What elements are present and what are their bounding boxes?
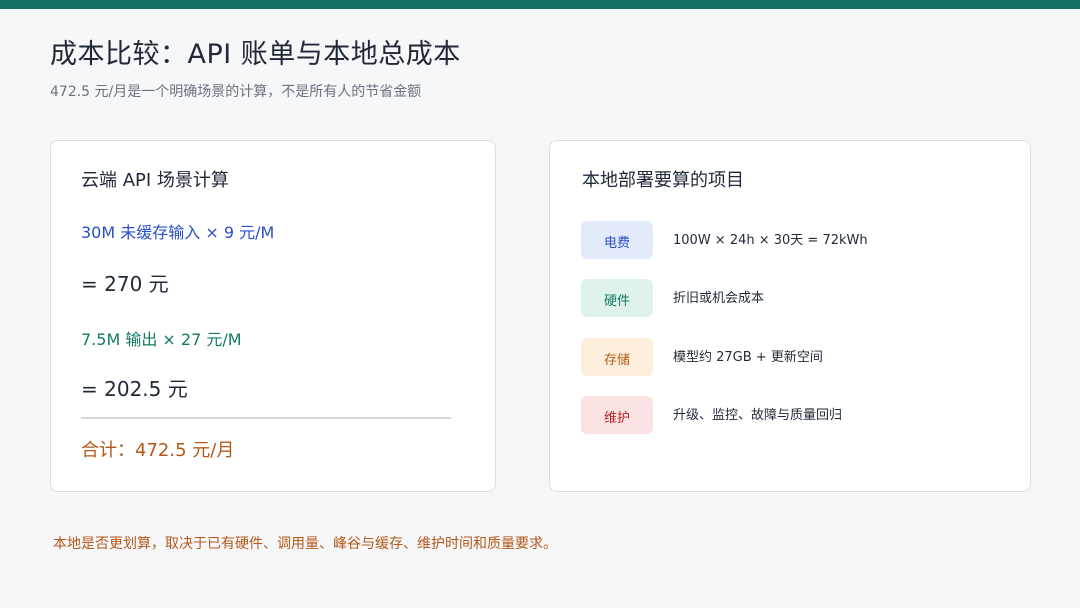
power-tag: 电费 bbox=[581, 221, 653, 259]
cloud-api-card: 云端 API 场景计算 30M 未缓存输入 × 9 元/M = 270 元 7.… bbox=[50, 140, 496, 492]
hardware-tag: 硬件 bbox=[581, 279, 653, 317]
input-cost-result: = 270 元 bbox=[81, 272, 169, 296]
hardware-description: 折旧或机会成本 bbox=[673, 291, 765, 306]
storage-tag: 存储 bbox=[581, 338, 653, 376]
page-title: 成本比较：API 账单与本地总成本 bbox=[50, 39, 461, 70]
footer-note: 本地是否更划算，取决于已有硬件、调用量、峰谷与缓存、维护时间和质量要求。 bbox=[53, 536, 557, 552]
total-divider bbox=[81, 417, 451, 419]
power-description: 100W × 24h × 30天 = 72kWh bbox=[673, 233, 868, 248]
local-card-title: 本地部署要算的项目 bbox=[582, 170, 744, 191]
local-deploy-card: 本地部署要算的项目 电费 100W × 24h × 30天 = 72kWh 硬件… bbox=[549, 140, 1031, 492]
maintenance-tag: 维护 bbox=[581, 396, 653, 434]
monthly-total: 合计：472.5 元/月 bbox=[81, 440, 235, 461]
cloud-card-title: 云端 API 场景计算 bbox=[81, 170, 229, 191]
cost-item-power: 电费 100W × 24h × 30天 = 72kWh bbox=[581, 221, 1001, 261]
input-cost-formula: 30M 未缓存输入 × 9 元/M bbox=[81, 223, 275, 242]
maintenance-description: 升级、监控、故障与质量回归 bbox=[673, 408, 843, 423]
output-cost-result: = 202.5 元 bbox=[81, 377, 188, 401]
cost-item-maintenance: 维护 升级、监控、故障与质量回归 bbox=[581, 396, 1001, 436]
output-cost-formula: 7.5M 输出 × 27 元/M bbox=[81, 330, 242, 349]
cost-item-storage: 存储 模型约 27GB + 更新空间 bbox=[581, 338, 1001, 378]
storage-description: 模型约 27GB + 更新空间 bbox=[673, 350, 823, 365]
top-accent-bar bbox=[0, 0, 1080, 9]
cost-item-hardware: 硬件 折旧或机会成本 bbox=[581, 279, 1001, 319]
page-subtitle: 472.5 元/月是一个明确场景的计算，不是所有人的节省金额 bbox=[50, 84, 422, 100]
